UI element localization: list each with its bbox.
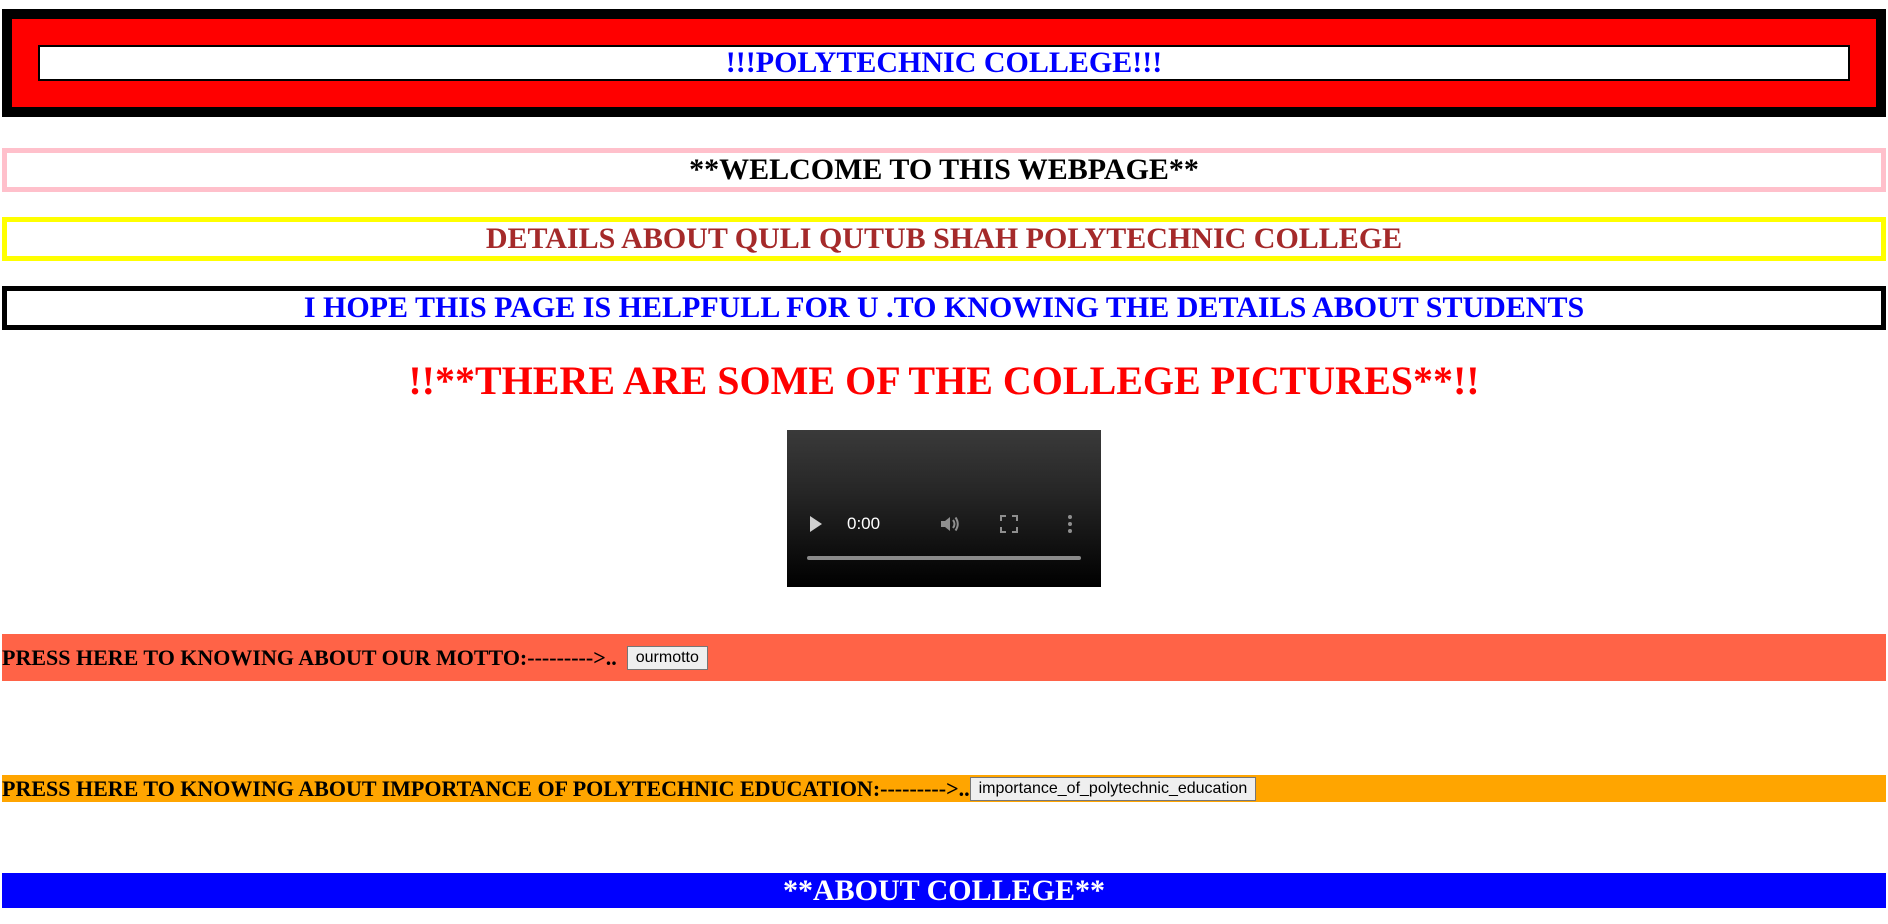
video-player[interactable]: 0:00: [787, 430, 1101, 587]
about-college-text: **ABOUT COLLEGE**: [782, 873, 1106, 907]
video-time: 0:00: [847, 514, 881, 533]
hope-banner: I HOPE THIS PAGE IS HELPFULL FOR U .TO K…: [2, 286, 1886, 330]
ourmotto-button[interactable]: ourmotto: [626, 645, 708, 670]
page-title: !!!POLYTECHNIC COLLEGE!!!: [725, 46, 1163, 79]
motto-row: PRESS HERE TO KNOWING ABOUT OUR MOTTO:--…: [2, 634, 1886, 681]
education-label: PRESS HERE TO KNOWING ABOUT IMPORTANCE O…: [2, 775, 970, 801]
header-title-box: !!!POLYTECHNIC COLLEGE!!!: [38, 45, 1850, 81]
volume-icon[interactable]: [939, 514, 961, 534]
fullscreen-icon[interactable]: [1000, 515, 1018, 533]
importance-of-education-button[interactable]: importance_of_polytechnic_education: [969, 776, 1257, 801]
hope-text: I HOPE THIS PAGE IS HELPFULL FOR U .TO K…: [303, 291, 1585, 324]
welcome-text: **WELCOME TO THIS WEBPAGE**: [689, 153, 1199, 186]
welcome-banner: **WELCOME TO THIS WEBPAGE**: [2, 148, 1886, 192]
education-row: PRESS HERE TO KNOWING ABOUT IMPORTANCE O…: [2, 775, 1886, 802]
details-banner: DETAILS ABOUT QULI QUTUB SHAH POLYTECHNI…: [2, 217, 1886, 261]
motto-label: PRESS HERE TO KNOWING ABOUT OUR MOTTO:--…: [2, 644, 617, 670]
play-icon[interactable]: [810, 516, 822, 532]
video-progress-bar[interactable]: [807, 556, 1081, 560]
details-text: DETAILS ABOUT QULI QUTUB SHAH POLYTECHNI…: [485, 222, 1403, 255]
pictures-heading: !!**THERE ARE SOME OF THE COLLEGE PICTUR…: [0, 355, 1888, 407]
about-college-heading: **ABOUT COLLEGE**: [2, 873, 1886, 908]
more-options-icon[interactable]: [1067, 514, 1073, 534]
pictures-heading-text: !!**THERE ARE SOME OF THE COLLEGE PICTUR…: [408, 358, 1480, 403]
